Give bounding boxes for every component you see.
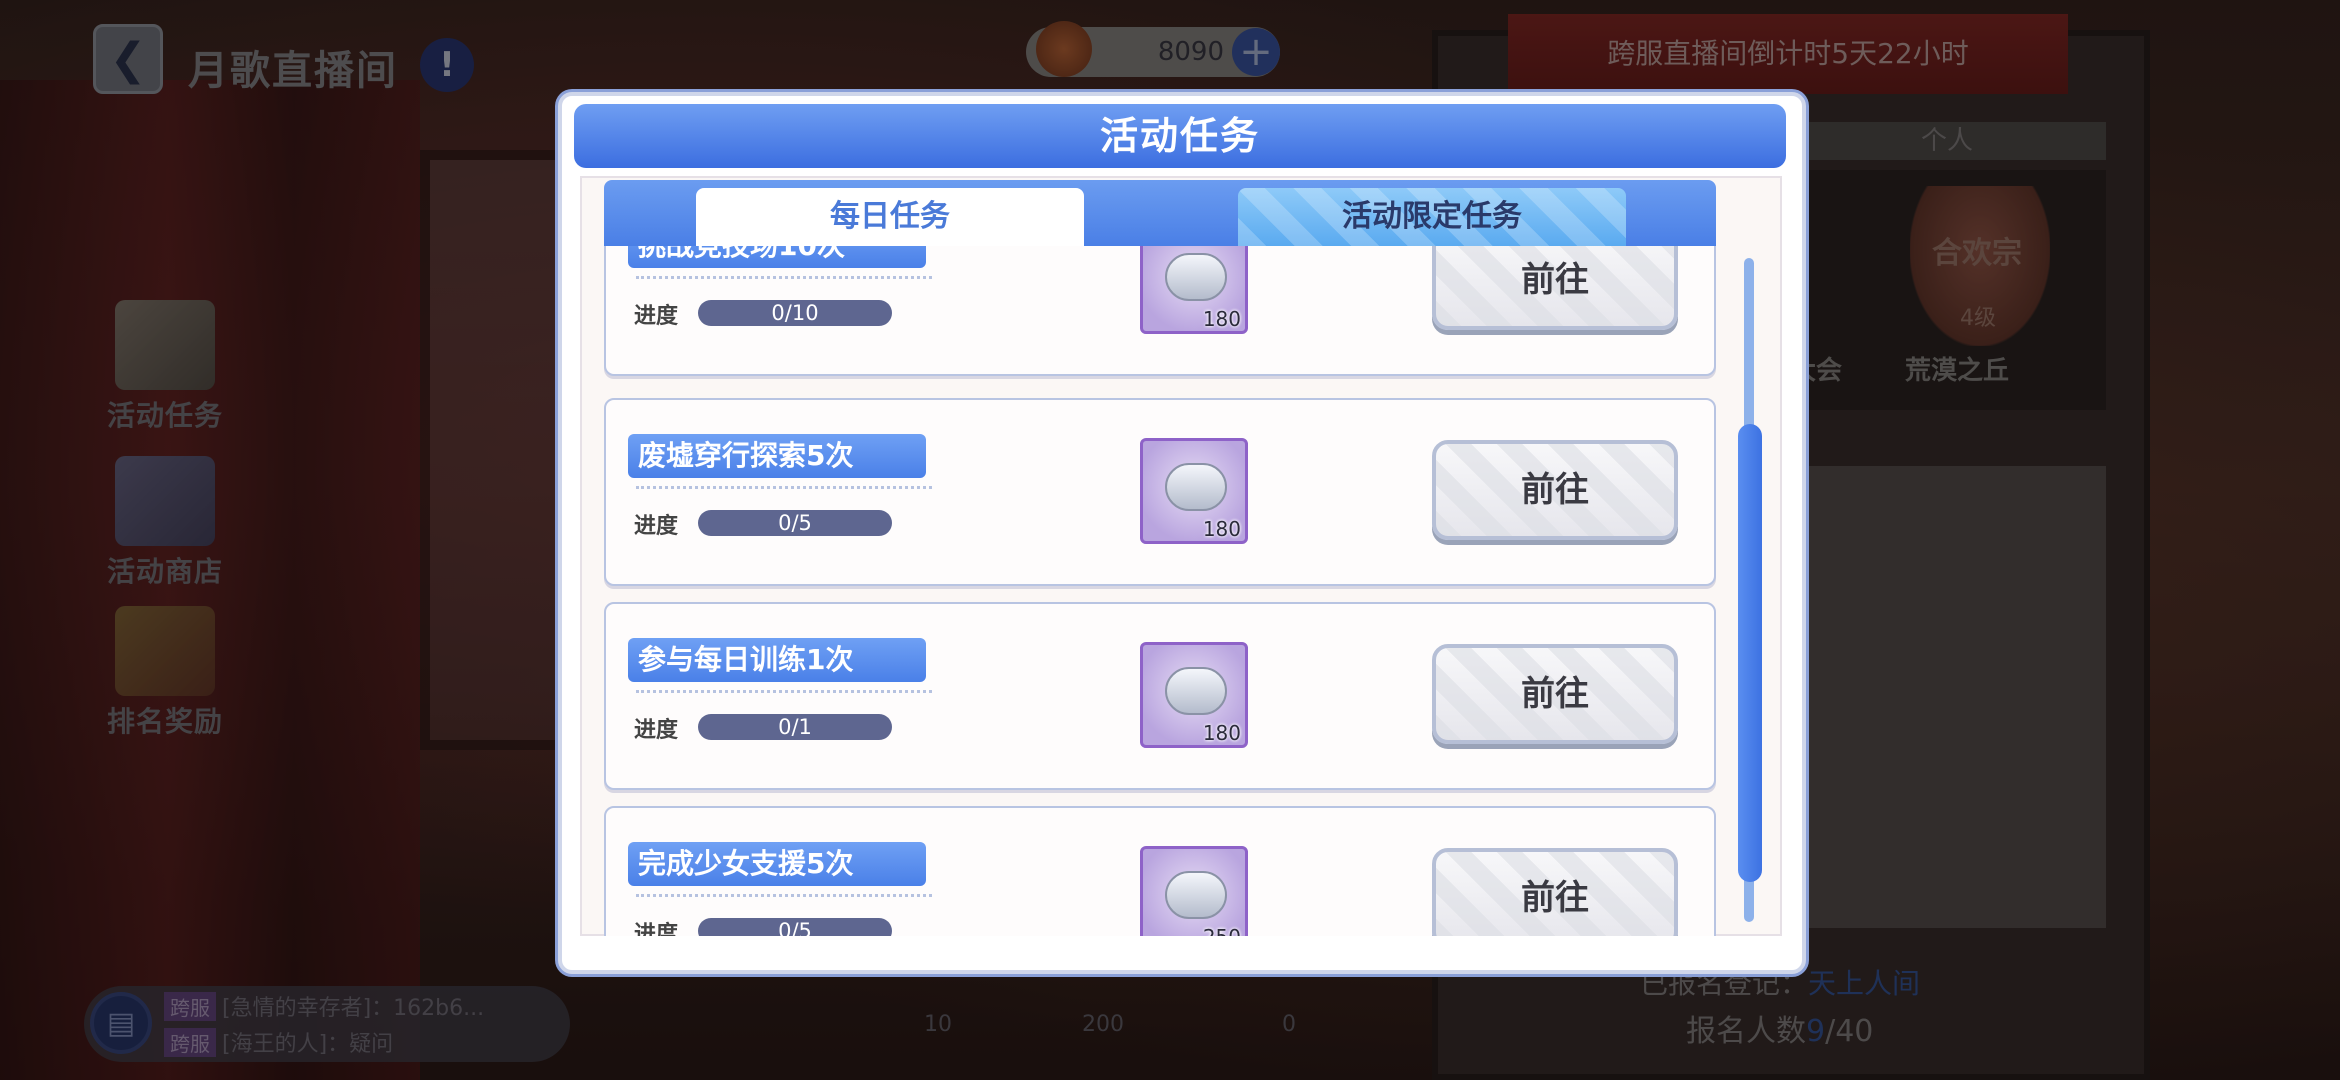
task-divider bbox=[636, 486, 932, 489]
task-title: 废墟穿行探索5次 bbox=[628, 434, 926, 478]
crystal-roll-icon bbox=[1165, 667, 1227, 715]
progress-label: 进度 bbox=[634, 922, 679, 936]
reward-quantity: 250 bbox=[1203, 925, 1241, 936]
reward-item[interactable]: 180 bbox=[1140, 246, 1248, 334]
task-card: 参与每日训练1次 进度 0/1 180 前往 bbox=[604, 602, 1716, 790]
task-card: 完成少女支援5次 进度 0/5 250 前往 bbox=[604, 806, 1716, 936]
reward-item[interactable]: 180 bbox=[1140, 438, 1248, 544]
reward-quantity: 180 bbox=[1202, 721, 1241, 745]
progress-bar: 0/5 bbox=[698, 510, 892, 536]
tab-limited-tasks[interactable]: 活动限定任务 bbox=[1238, 188, 1626, 246]
task-divider bbox=[636, 894, 932, 897]
task-card: 废墟穿行探索5次 进度 0/5 180 前往 bbox=[604, 398, 1716, 586]
progress-text: 0/1 bbox=[778, 715, 812, 739]
progress-text: 0/5 bbox=[778, 511, 812, 535]
progress-label: 进度 bbox=[634, 718, 679, 743]
reward-quantity: 180 bbox=[1202, 307, 1241, 331]
go-button[interactable]: 前往 bbox=[1432, 644, 1678, 744]
go-button[interactable]: 前往 bbox=[1432, 440, 1678, 540]
tab-daily-tasks[interactable]: 每日任务 bbox=[696, 188, 1084, 246]
reward-quantity: 180 bbox=[1202, 517, 1241, 541]
go-button[interactable]: 前往 bbox=[1432, 848, 1678, 936]
crystal-roll-icon bbox=[1165, 463, 1227, 511]
crystal-roll-icon bbox=[1165, 253, 1227, 301]
reward-item[interactable]: 250 bbox=[1140, 846, 1248, 936]
progress-bar: 0/5 bbox=[698, 918, 892, 936]
task-title: 参与每日训练1次 bbox=[628, 638, 926, 682]
crystal-roll-icon bbox=[1165, 871, 1227, 919]
scrollbar-thumb[interactable] bbox=[1738, 424, 1762, 882]
progress-bar: 0/10 bbox=[698, 300, 892, 326]
task-divider bbox=[636, 276, 932, 279]
task-title: 挑战竞技场10次 bbox=[628, 246, 926, 268]
reward-item[interactable]: 180 bbox=[1140, 642, 1248, 748]
task-divider bbox=[636, 690, 932, 693]
progress-text: 0/10 bbox=[771, 301, 819, 325]
modal-title: 活动任务 bbox=[574, 104, 1786, 168]
task-card: 挑战竞技场10次 进度 0/10 180 前往 bbox=[604, 246, 1716, 376]
task-title: 完成少女支援5次 bbox=[628, 842, 926, 886]
task-list[interactable]: 挑战竞技场10次 进度 0/10 180 前往 废墟穿行探索5次 进度 0/5 … bbox=[600, 246, 1720, 936]
progress-label: 进度 bbox=[634, 304, 679, 329]
progress-label: 进度 bbox=[634, 514, 679, 539]
progress-bar: 0/1 bbox=[698, 714, 892, 740]
go-button[interactable]: 前往 bbox=[1432, 246, 1678, 330]
progress-text: 0/5 bbox=[778, 919, 812, 936]
